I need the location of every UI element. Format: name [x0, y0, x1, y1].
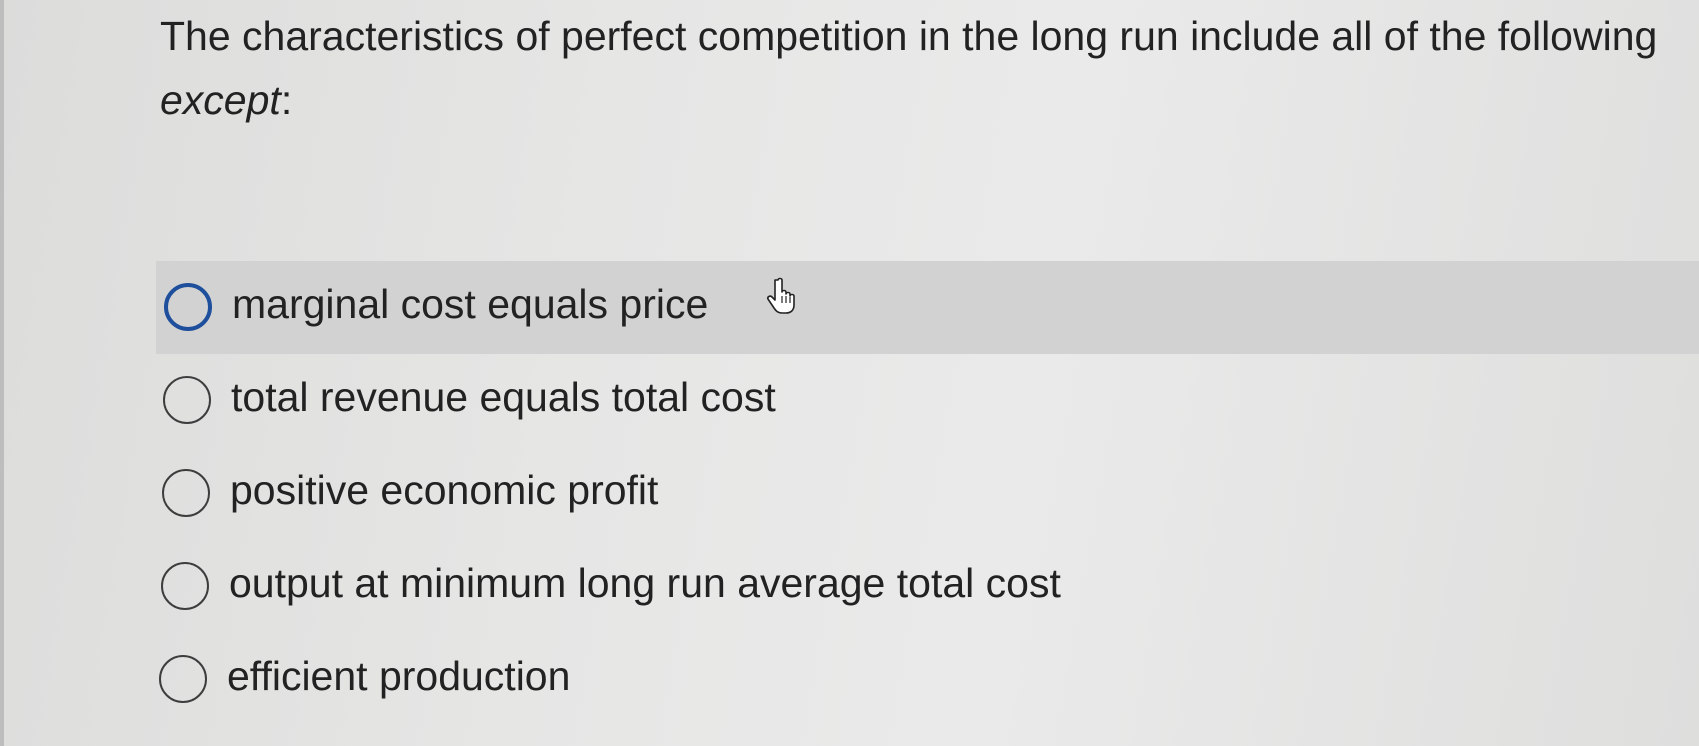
option-efficient-production[interactable]: efficient production: [0, 633, 1699, 726]
radio-button[interactable]: [163, 376, 211, 424]
answer-options: marginal cost equals price total revenue…: [0, 261, 1699, 726]
question-end: :: [280, 77, 293, 123]
option-label: positive economic profit: [230, 467, 659, 513]
question-emphasis: except: [160, 77, 281, 123]
radio-button[interactable]: [162, 469, 210, 517]
option-label: efficient production: [227, 653, 571, 699]
option-marginal-cost[interactable]: marginal cost equals price: [156, 261, 1699, 354]
option-positive-profit[interactable]: positive economic profit: [0, 447, 1699, 540]
option-minimum-atc[interactable]: output at minimum long run average total…: [0, 540, 1699, 633]
radio-button[interactable]: [161, 562, 209, 610]
option-label: total revenue equals total cost: [231, 374, 776, 420]
radio-button[interactable]: [159, 655, 207, 703]
hand-pointer-icon: [767, 277, 795, 314]
option-label: output at minimum long run average total…: [229, 560, 1061, 606]
question-text: The characteristics of perfect competiti…: [160, 4, 1680, 132]
option-label: marginal cost equals price: [232, 281, 709, 327]
question-main: The characteristics of perfect competiti…: [160, 13, 1658, 59]
radio-button[interactable]: [164, 283, 212, 331]
option-total-revenue[interactable]: total revenue equals total cost: [0, 354, 1699, 447]
